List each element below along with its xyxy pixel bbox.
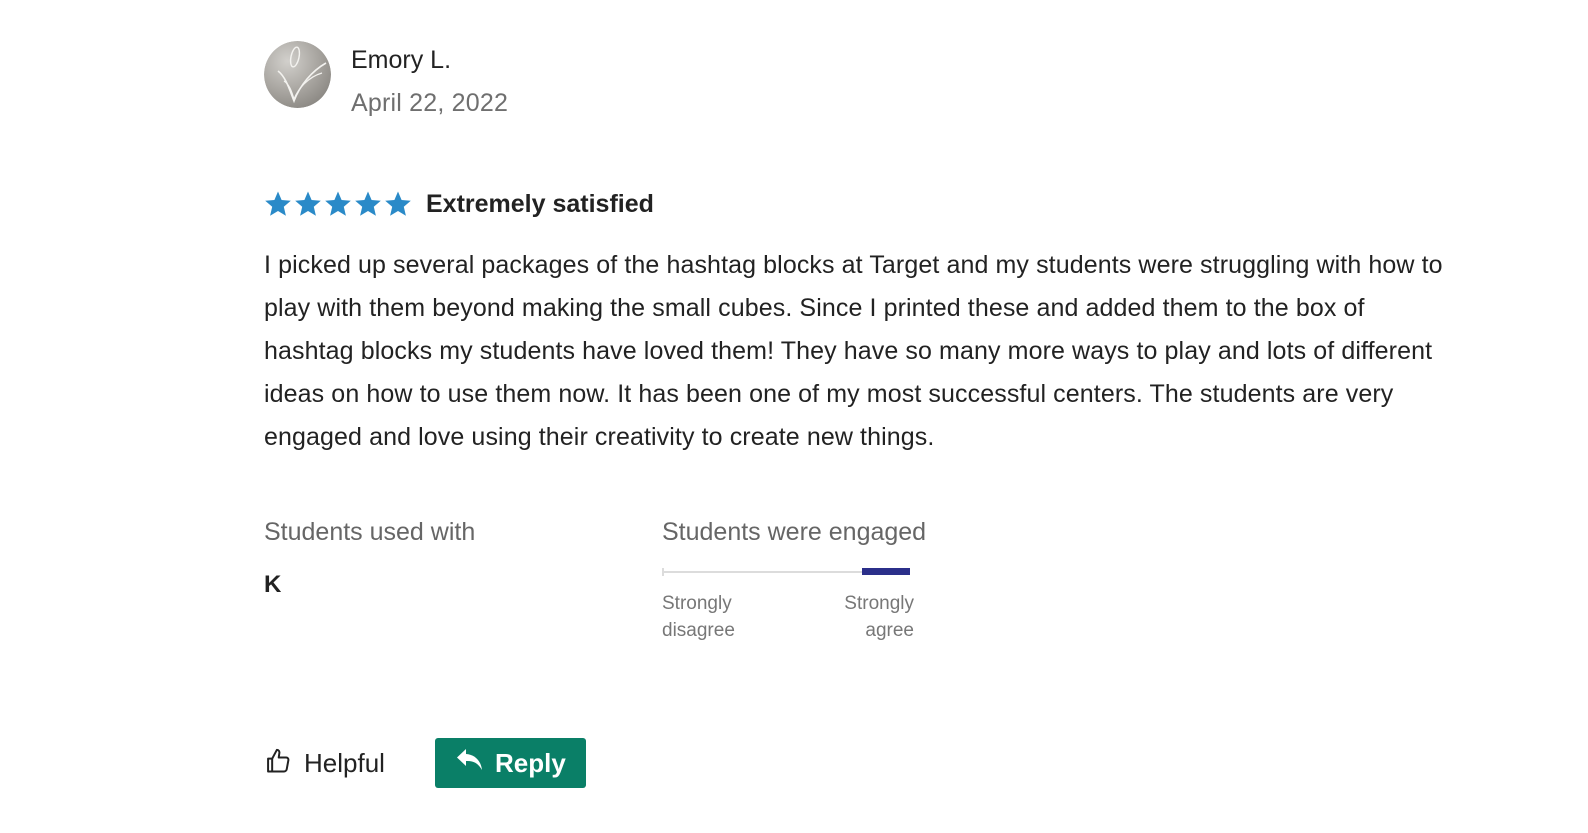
- review-text: I picked up several packages of the hash…: [264, 251, 1443, 451]
- reply-arrow-icon: [455, 747, 485, 780]
- review-card: Emory L. April 22, 2022 Extremely satisf…: [264, 40, 1454, 644]
- grades-attribute: Students used with K: [264, 517, 662, 644]
- thumbs-up-icon: [264, 747, 292, 780]
- review-author-row: Emory L. April 22, 2022: [264, 40, 1454, 118]
- review-actions: Helpful Reply: [264, 738, 586, 788]
- author-meta: Emory L. April 22, 2022: [351, 40, 508, 118]
- scale-min-label-line1: Strongly: [662, 593, 732, 614]
- scale-start-tick: [662, 568, 664, 576]
- scale-max-label: Strongly agree: [844, 590, 914, 644]
- engagement-scale: Strongly disagree Strongly agree: [662, 568, 914, 644]
- scale-min-label: Strongly disagree: [662, 590, 735, 644]
- avatar[interactable]: [264, 41, 331, 108]
- star-icon: [324, 190, 352, 218]
- star-icon: [354, 190, 382, 218]
- star-icon: [264, 190, 292, 218]
- scale-max-label-line2: agree: [865, 620, 914, 641]
- rating-label: Extremely satisfied: [426, 189, 654, 218]
- engagement-scale-track: [662, 568, 910, 576]
- scale-max-label-line1: Strongly: [844, 593, 914, 614]
- star-rating: [264, 190, 414, 218]
- helpful-button[interactable]: Helpful: [264, 738, 385, 788]
- star-icon: [294, 190, 322, 218]
- review-date: April 22, 2022: [351, 89, 509, 117]
- engagement-attribute: Students were engaged Strongly disagree …: [662, 517, 926, 644]
- engagement-level-indicator: [862, 568, 910, 575]
- star-icon: [384, 190, 412, 218]
- rating-row: Extremely satisfied: [264, 186, 1454, 222]
- reply-button[interactable]: Reply: [434, 738, 586, 788]
- author-name[interactable]: Emory L.: [351, 45, 508, 75]
- review-attributes: Students used with K Students were engag…: [264, 517, 1454, 644]
- grades-value: K: [264, 571, 282, 598]
- helpful-label: Helpful: [304, 747, 385, 778]
- reply-label: Reply: [495, 747, 566, 778]
- grades-heading: Students used with: [264, 518, 476, 546]
- engagement-heading: Students were engaged: [662, 518, 927, 546]
- scale-labels: Strongly disagree Strongly agree: [662, 590, 914, 644]
- scale-min-label-line2: disagree: [662, 620, 735, 641]
